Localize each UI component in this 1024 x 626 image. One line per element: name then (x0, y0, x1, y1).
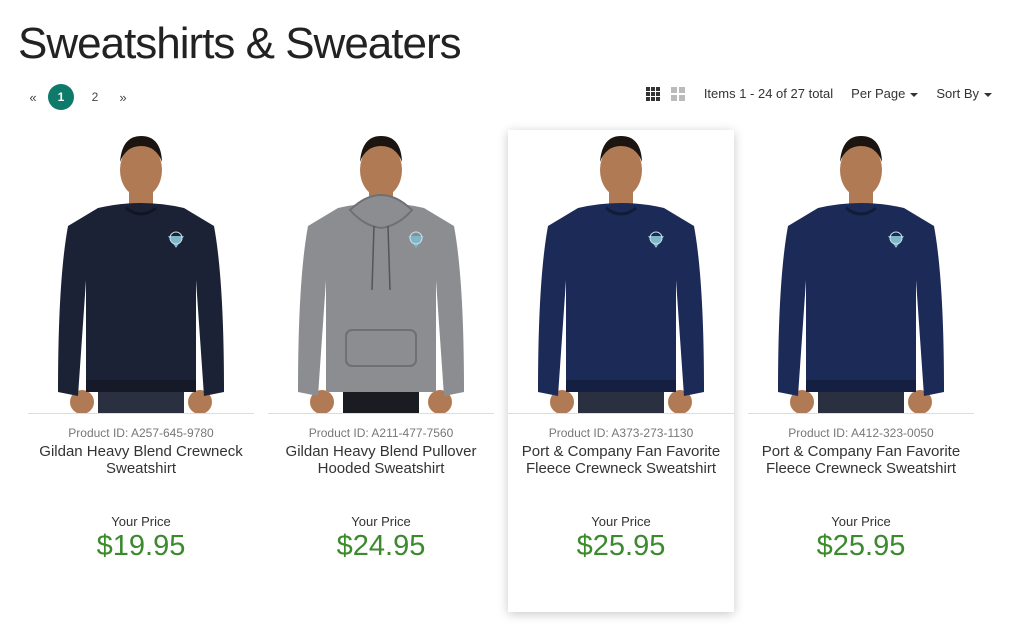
pagination: « 1 2 » (22, 84, 134, 110)
product-price: $25.95 (816, 530, 906, 562)
product-card[interactable]: Product ID: A211-477-7560 Gildan Heavy B… (268, 130, 494, 612)
pagination-next[interactable]: » (112, 90, 134, 105)
product-name[interactable]: Port & Company Fan Favorite Fleece Crewn… (508, 443, 734, 477)
price-label: Your Price (831, 514, 891, 529)
product-card[interactable]: Product ID: A373-273-1130 Port & Company… (508, 130, 734, 612)
product-image[interactable] (508, 130, 734, 414)
product-id: Product ID: A412-323-0050 (788, 426, 934, 440)
per-page-dropdown[interactable]: Per Page (851, 86, 919, 101)
price-label: Your Price (591, 514, 651, 529)
product-price: $25.95 (576, 530, 666, 562)
product-image[interactable] (268, 130, 494, 414)
product-id: Product ID: A211-477-7560 (308, 426, 454, 440)
price-label: Your Price (111, 514, 171, 529)
page-1-link[interactable]: 1 (48, 84, 74, 110)
model-illustration (298, 136, 464, 413)
model-illustration (538, 136, 704, 413)
product-name[interactable]: Gildan Heavy Blend Pullover Hooded Sweat… (268, 443, 494, 477)
model-illustration (778, 136, 944, 413)
product-price: $19.95 (96, 530, 186, 562)
per-page-label: Per Page (851, 86, 906, 101)
product-id: Product ID: A257-645-9780 (68, 426, 214, 440)
grid-view-small-icon[interactable] (645, 86, 660, 101)
product-card[interactable]: Product ID: A257-645-9780 Gildan Heavy B… (28, 130, 254, 612)
chevron-down-icon (984, 92, 992, 97)
sort-by-label: Sort By (936, 86, 979, 101)
page-2-link[interactable]: 2 (82, 84, 108, 110)
listing-toolbar: Items 1 - 24 of 27 total Per Page Sort B… (645, 86, 992, 101)
price-label: Your Price (351, 514, 411, 529)
product-name[interactable]: Gildan Heavy Blend Crewneck Sweatshirt (28, 443, 254, 477)
product-grid: Product ID: A257-645-9780 Gildan Heavy B… (28, 130, 988, 612)
page-title: Sweatshirts & Sweaters (18, 19, 462, 68)
sort-by-dropdown[interactable]: Sort By (936, 86, 992, 101)
items-count: Items 1 - 24 of 27 total (703, 86, 834, 101)
product-id: Product ID: A373-273-1130 (548, 426, 694, 440)
product-card[interactable]: Product ID: A412-323-0050 Port & Company… (748, 130, 974, 612)
product-image[interactable] (28, 130, 254, 414)
grid-view-large-icon[interactable] (670, 86, 685, 101)
pagination-prev[interactable]: « (22, 90, 44, 105)
chevron-down-icon (910, 92, 919, 97)
model-illustration (58, 136, 224, 413)
product-image[interactable] (748, 130, 974, 414)
product-price: $24.95 (336, 530, 426, 562)
product-name[interactable]: Port & Company Fan Favorite Fleece Crewn… (748, 443, 974, 477)
